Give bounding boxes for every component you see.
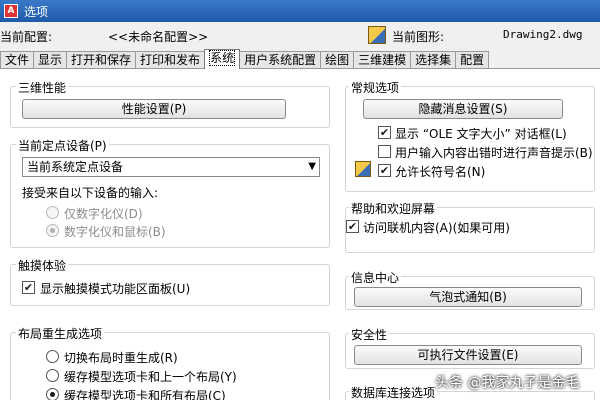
window-title: 选项 [24, 4, 49, 19]
balloon-notification-button[interactable]: 气泡式通知(B) [354, 287, 582, 307]
info-center-title: 信息中心 [349, 269, 402, 286]
tab-profiles[interactable]: 配置 [455, 51, 490, 69]
options-header: 当前配置: <<未命名配置>> 当前图形: Drawing2.dwg [0, 22, 600, 48]
title-bar: A 选项 [0, 0, 600, 22]
tab-plot-publish[interactable]: 打印和发布 [135, 51, 206, 69]
db-connection-title: 数据库连接选项 [349, 384, 438, 400]
long-symbol-names-checkbox[interactable]: ✔ [378, 164, 391, 177]
regen-on-switch-radio[interactable] [46, 350, 59, 363]
current-drawing-label: 当前图形: [392, 30, 445, 44]
tab-user-preferences[interactable]: 用户系统配置 [239, 51, 322, 69]
cache-model-last-layout-label: 缓存模型选项卡和上一个布局(Y) [64, 370, 237, 384]
touch-ribbon-label: 显示触摸模式功能区面板(U) [40, 282, 191, 296]
dropdown-arrow-icon[interactable]: ▼ [308, 161, 316, 173]
ole-text-size-label: 显示 “OLE 文字大小” 对话框(L) [395, 127, 567, 141]
tab-display[interactable]: 显示 [33, 51, 68, 69]
pointing-device-title: 当前定点设备(P) [16, 137, 109, 154]
performance-settings-button[interactable]: 性能设置(P) [22, 99, 286, 119]
digitizer-and-mouse-label: 数字化仪和鼠标(B) [64, 225, 166, 239]
online-content-checkbox[interactable]: ✔ [346, 220, 359, 233]
ole-text-size-checkbox[interactable]: ✔ [378, 126, 391, 139]
hidden-messages-button[interactable]: 隐藏消息设置(S) [363, 99, 563, 119]
layout-regen-title: 布局重生成选项 [16, 325, 105, 342]
accept-input-label: 接受来自以下设备的输入: [22, 186, 159, 200]
watermark-text: 头条 @我家丸子是金毛 [435, 375, 580, 391]
tab-open-save[interactable]: 打开和保存 [66, 51, 137, 69]
general-options-title: 常规选项 [349, 79, 402, 96]
input-error-beep-checkbox[interactable] [378, 145, 391, 158]
security-title: 安全性 [349, 326, 390, 343]
touch-experience-title: 触摸体验 [16, 257, 69, 274]
cache-model-all-layouts-label: 缓存模型选项卡和所有布局(C) [64, 389, 226, 400]
cache-model-all-layouts-radio[interactable] [46, 388, 59, 400]
drawing-setting-icon [355, 161, 371, 177]
digitizer-and-mouse-radio[interactable] [46, 224, 59, 237]
online-content-label: 访问联机内容(A)(如果可用) [363, 221, 510, 235]
long-symbol-names-label: 允许长符号名(N) [395, 165, 486, 179]
current-config-label: 当前配置: [0, 30, 53, 44]
tab-files[interactable]: 文件 [0, 51, 35, 69]
executable-file-settings-button[interactable]: 可执行文件设置(E) [354, 345, 582, 365]
drawing-icon [368, 26, 386, 44]
touch-ribbon-checkbox[interactable]: ✔ [22, 281, 35, 294]
pointing-device-select[interactable]: 当前系统定点设备 ▼ [22, 157, 320, 177]
tab-drafting[interactable]: 绘图 [320, 51, 355, 69]
tab-selection[interactable]: 选择集 [410, 51, 457, 69]
app-icon: A [4, 4, 18, 18]
3d-performance-title: 三维性能 [16, 79, 69, 96]
regen-on-switch-label: 切换布局时重生成(R) [64, 351, 178, 365]
input-error-beep-label: 用户输入内容出错时进行声音提示(B) [395, 146, 593, 160]
tab-system[interactable]: 系统 [204, 49, 241, 69]
cache-model-last-layout-radio[interactable] [46, 369, 59, 382]
current-config-value: <<未命名配置>> [108, 30, 209, 44]
system-tab-panel: 三维性能 性能设置(P) 当前定点设备(P) 当前系统定点设备 ▼ 接受来自以下… [0, 68, 600, 400]
pointing-device-value: 当前系统定点设备 [27, 160, 124, 174]
digitizer-only-radio[interactable] [46, 206, 59, 219]
current-drawing-value: Drawing2.dwg [503, 28, 583, 41]
digitizer-only-label: 仅数字化仪(D) [64, 207, 143, 221]
tab-3d-modeling[interactable]: 三维建模 [353, 51, 412, 69]
tab-strip: 文件 显示 打开和保存 打印和发布 系统 用户系统配置 绘图 三维建模 选择集 … [0, 49, 490, 69]
help-welcome-title: 帮助和欢迎屏幕 [349, 200, 438, 217]
